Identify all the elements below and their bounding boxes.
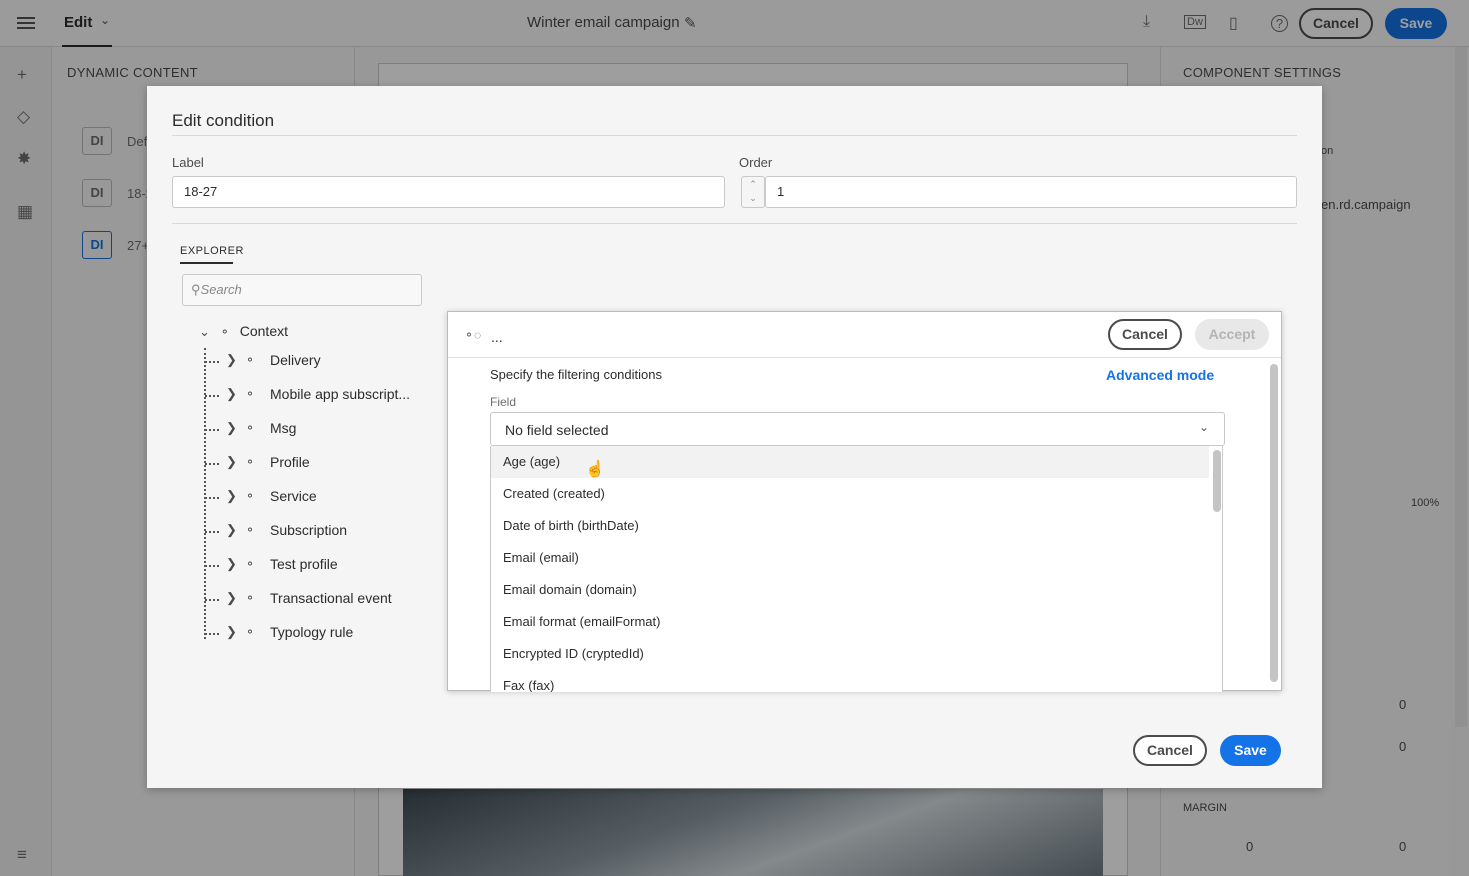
tree-line bbox=[204, 348, 206, 639]
node-icon: ⚬ bbox=[245, 523, 256, 537]
search-input[interactable]: ⚲Search bbox=[182, 274, 422, 306]
popup-accept-button[interactable]: Accept bbox=[1195, 319, 1269, 350]
popup-title: ... bbox=[491, 329, 503, 345]
tab-explorer[interactable]: EXPLORER bbox=[180, 245, 244, 257]
node-icon: ⚬ bbox=[245, 591, 256, 605]
dialog-title: Edit condition bbox=[172, 111, 275, 130]
list-item[interactable]: Email (email) bbox=[491, 542, 1209, 574]
filter-instructions: Specify the filtering conditions bbox=[490, 367, 662, 382]
node-icon: ⚬ bbox=[245, 625, 256, 639]
label-input[interactable]: 18-27 bbox=[172, 176, 725, 208]
search-icon: ⚲ bbox=[191, 282, 201, 297]
popup-scrollbar[interactable] bbox=[1270, 364, 1278, 682]
tree-root[interactable]: ⌄ ⚬ Context bbox=[199, 323, 288, 340]
hand-cursor-icon: ☝ bbox=[585, 461, 605, 478]
chevron-right-icon[interactable]: ❯ bbox=[226, 556, 237, 572]
node-icon: ⚬ bbox=[245, 455, 256, 469]
node-icon: ⚬ bbox=[219, 325, 230, 339]
list-item[interactable]: Email domain (domain) bbox=[491, 574, 1209, 606]
list-item[interactable]: Date of birth (birthDate) bbox=[491, 510, 1209, 542]
popup-header: ⚬◌ ... Cancel Accept bbox=[448, 312, 1281, 358]
filter-conditions-popup: ⚬◌ ... Cancel Accept Specify the filteri… bbox=[447, 311, 1282, 692]
list-item[interactable]: Encrypted ID (cryptedId) bbox=[491, 638, 1209, 670]
field-select-value: No field selected bbox=[505, 422, 609, 438]
chevron-right-icon[interactable]: ❯ bbox=[226, 420, 237, 436]
chevron-right-icon[interactable]: ❯ bbox=[226, 590, 237, 606]
field-options-list: Age (age) Created (created) Date of birt… bbox=[490, 446, 1223, 692]
advanced-mode-link[interactable]: Advanced mode bbox=[1106, 367, 1214, 383]
chevron-right-icon[interactable]: ❯ bbox=[226, 386, 237, 402]
node-icon: ⚬ bbox=[245, 489, 256, 503]
chevron-right-icon[interactable]: ❯ bbox=[226, 454, 237, 470]
dialog-cancel-button[interactable]: Cancel bbox=[1133, 735, 1207, 766]
chevron-right-icon[interactable]: ❯ bbox=[226, 522, 237, 538]
chevron-right-icon[interactable]: ❯ bbox=[226, 624, 237, 640]
list-item[interactable]: Email format (emailFormat) bbox=[491, 606, 1209, 638]
list-item[interactable]: Fax (fax) bbox=[491, 670, 1209, 692]
order-stepper[interactable]: ⌃ ⌄ bbox=[741, 176, 765, 208]
field-select[interactable]: No field selected ⌄ bbox=[490, 412, 1225, 446]
list-scrollbar[interactable] bbox=[1213, 450, 1221, 512]
node-icon: ⚬ bbox=[245, 421, 256, 435]
label-label: Label bbox=[172, 155, 204, 170]
divider bbox=[172, 223, 1297, 224]
node-icon: ⚬ bbox=[245, 557, 256, 571]
dialog-save-button[interactable]: Save bbox=[1220, 735, 1281, 766]
search-placeholder: Search bbox=[200, 282, 242, 297]
link-node-icon: ⚬◌ bbox=[464, 328, 482, 342]
chevron-down-icon: ⌄ bbox=[1199, 420, 1210, 434]
tab-indicator bbox=[180, 262, 233, 264]
list-item[interactable]: Created (created) bbox=[491, 478, 1209, 510]
field-label: Field bbox=[490, 395, 517, 409]
node-icon: ⚬ bbox=[245, 387, 256, 401]
chevron-right-icon[interactable]: ❯ bbox=[226, 488, 237, 504]
chevron-down-icon[interactable]: ⌄ bbox=[199, 324, 210, 339]
chevron-right-icon[interactable]: ❯ bbox=[226, 352, 237, 368]
order-label: Order bbox=[739, 155, 773, 170]
divider bbox=[172, 135, 1297, 136]
order-input[interactable]: 1 bbox=[765, 176, 1297, 208]
node-icon: ⚬ bbox=[245, 353, 256, 367]
popup-cancel-button[interactable]: Cancel bbox=[1108, 319, 1182, 350]
tree-root-label: Context bbox=[239, 323, 288, 339]
